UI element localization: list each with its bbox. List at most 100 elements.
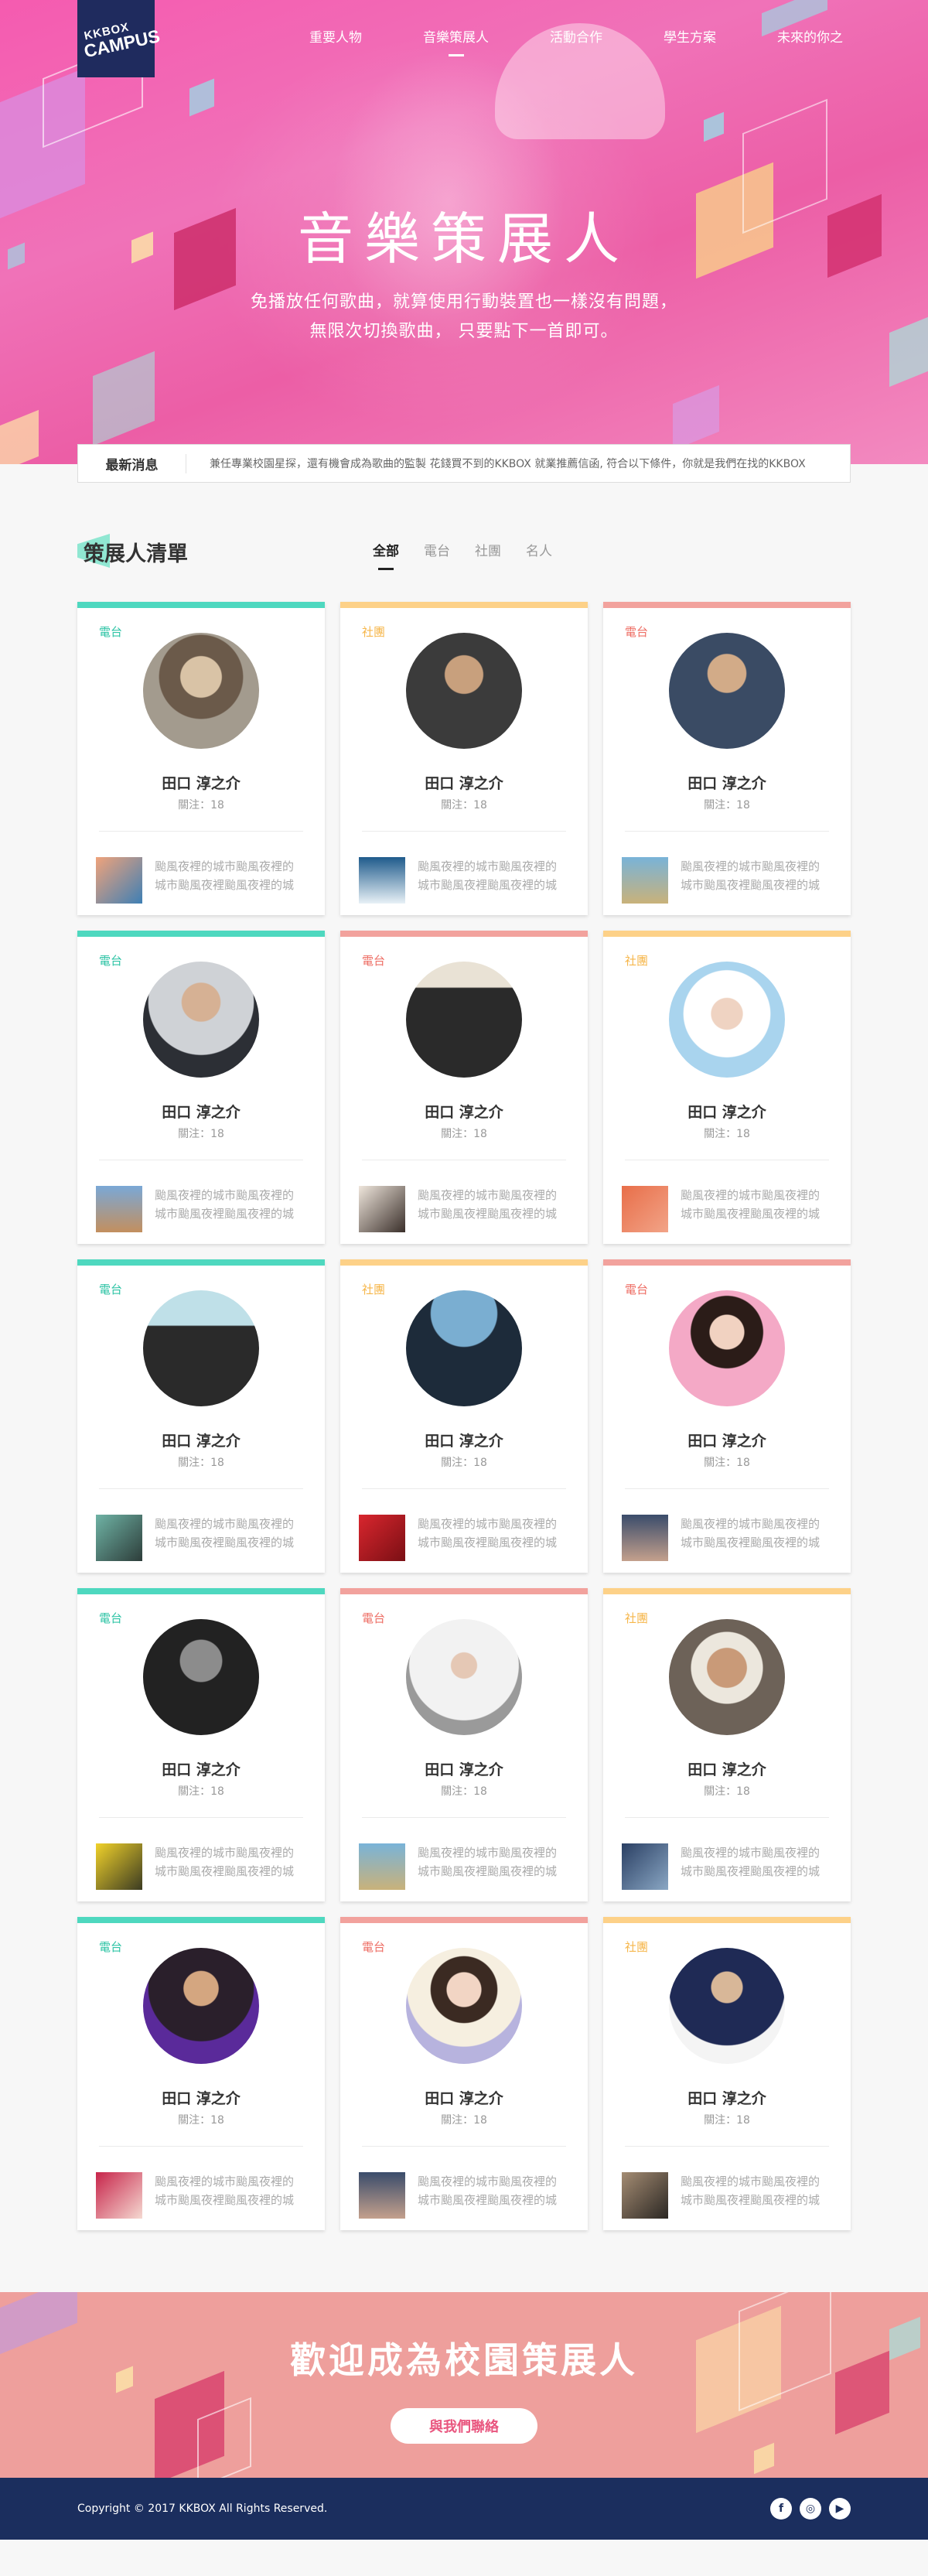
playlist-description[interactable]: 颱風夜裡的城市颱風夜裡的城市颱風夜裡颱風夜裡的城 (418, 857, 566, 894)
card-divider (625, 1817, 829, 1818)
curator-name[interactable]: 田口 淳之介 (340, 1430, 588, 1450)
playlist-description[interactable]: 颱風夜裡的城市颱風夜裡的城市颱風夜裡颱風夜裡的城 (681, 1515, 829, 1552)
playlist-thumbnail[interactable] (359, 1515, 405, 1561)
playlist-thumbnail[interactable] (96, 2172, 142, 2219)
playlist-thumbnail[interactable] (359, 1186, 405, 1232)
playlist-description[interactable]: 颱風夜裡的城市颱風夜裡的城市颱風夜裡颱風夜裡的城 (155, 2172, 303, 2209)
curator-card[interactable]: 社團 田口 淳之介 關注：18 颱風夜裡的城市颱風夜裡的城市颱風夜裡颱風夜裡的城 (603, 931, 851, 1244)
curator-name[interactable]: 田口 淳之介 (340, 2087, 588, 2108)
curator-avatar[interactable] (406, 1290, 522, 1406)
curator-avatar[interactable] (669, 962, 785, 1078)
curator-name[interactable]: 田口 淳之介 (77, 2087, 325, 2108)
nav-item-event-collaboration[interactable]: 活動合作 (550, 26, 602, 56)
playlist-thumbnail[interactable] (96, 1843, 142, 1890)
kkbox-campus-logo[interactable]: KKBOX CAMPUS (77, 0, 162, 77)
nav-item-music-curator[interactable]: 音樂策展人 (423, 26, 489, 56)
news-message[interactable]: 兼任專業校園星探，還有機會成為歌曲的監製 花錢買不到的KKBOX 就業推薦信函,… (186, 456, 806, 471)
curator-name[interactable]: 田口 淳之介 (340, 1101, 588, 1122)
playlist-thumbnail[interactable] (359, 2172, 405, 2219)
playlist-description[interactable]: 颱風夜裡的城市颱風夜裡的城市颱風夜裡颱風夜裡的城 (418, 1515, 566, 1552)
curator-card[interactable]: 電台 田口 淳之介 關注：18 颱風夜裡的城市颱風夜裡的城市颱風夜裡颱風夜裡的城 (340, 931, 588, 1244)
curator-name[interactable]: 田口 淳之介 (603, 772, 851, 793)
playlist-description[interactable]: 颱風夜裡的城市颱風夜裡的城市颱風夜裡颱風夜裡的城 (155, 1186, 303, 1223)
curator-name[interactable]: 田口 淳之介 (340, 1758, 588, 1779)
curator-card[interactable]: 電台 田口 淳之介 關注：18 颱風夜裡的城市颱風夜裡的城市颱風夜裡颱風夜裡的城 (603, 1259, 851, 1573)
hero-deco-shape (0, 409, 39, 464)
hero-title: 音樂策展人 (297, 207, 630, 272)
curator-avatar[interactable] (669, 1619, 785, 1735)
playlist-thumbnail[interactable] (359, 857, 405, 904)
playlist-description[interactable]: 颱風夜裡的城市颱風夜裡的城市颱風夜裡颱風夜裡的城 (418, 1843, 566, 1881)
curator-card[interactable]: 社團 田口 淳之介 關注：18 颱風夜裡的城市颱風夜裡的城市颱風夜裡颱風夜裡的城 (603, 1588, 851, 1901)
playlist-description[interactable]: 颱風夜裡的城市颱風夜裡的城市颱風夜裡颱風夜裡的城 (681, 1186, 829, 1223)
playlist-description[interactable]: 颱風夜裡的城市颱風夜裡的城市颱風夜裡颱風夜裡的城 (681, 2172, 829, 2209)
avatar-image (669, 1290, 785, 1406)
curator-name[interactable]: 田口 淳之介 (77, 1430, 325, 1450)
nav-item-future-you[interactable]: 未來的你之 (777, 26, 843, 56)
playlist-thumbnail[interactable] (96, 1186, 142, 1232)
playlist-thumbnail[interactable] (96, 857, 142, 904)
curator-avatar[interactable] (143, 962, 259, 1078)
avatar-image (406, 1290, 522, 1406)
curator-card[interactable]: 電台 田口 淳之介 關注：18 颱風夜裡的城市颱風夜裡的城市颱風夜裡颱風夜裡的城 (77, 602, 325, 915)
curator-avatar[interactable] (143, 1948, 259, 2064)
curator-name[interactable]: 田口 淳之介 (340, 772, 588, 793)
curator-grid: 電台 田口 淳之介 關注：18 颱風夜裡的城市颱風夜裡的城市颱風夜裡颱風夜裡的城… (77, 602, 851, 2230)
avatar-image (406, 1948, 522, 2064)
curator-name[interactable]: 田口 淳之介 (603, 1430, 851, 1450)
playlist-description[interactable]: 颱風夜裡的城市颱風夜裡的城市颱風夜裡颱風夜裡的城 (155, 1843, 303, 1881)
curator-card[interactable]: 社團 田口 淳之介 關注：18 颱風夜裡的城市颱風夜裡的城市颱風夜裡颱風夜裡的城 (340, 602, 588, 915)
follow-count: 關注：18 (704, 1785, 750, 1798)
curator-card[interactable]: 社團 田口 淳之介 關注：18 颱風夜裡的城市颱風夜裡的城市颱風夜裡颱風夜裡的城 (340, 1259, 588, 1573)
curator-card[interactable]: 電台 田口 淳之介 關注：18 颱風夜裡的城市颱風夜裡的城市颱風夜裡颱風夜裡的城 (77, 1259, 325, 1573)
nav-item-student-plan[interactable]: 學生方案 (664, 26, 716, 56)
curator-avatar[interactable] (669, 633, 785, 749)
curator-avatar[interactable] (406, 1948, 522, 2064)
playlist-thumbnail[interactable] (359, 1843, 405, 1890)
curator-avatar[interactable] (669, 1290, 785, 1406)
playlist-description[interactable]: 颱風夜裡的城市颱風夜裡的城市颱風夜裡颱風夜裡的城 (418, 1186, 566, 1223)
curator-name[interactable]: 田口 淳之介 (77, 1758, 325, 1779)
curator-avatar[interactable] (406, 1619, 522, 1735)
curator-avatar[interactable] (406, 962, 522, 1078)
curator-name[interactable]: 田口 淳之介 (603, 1101, 851, 1122)
playlist-description[interactable]: 颱風夜裡的城市颱風夜裡的城市颱風夜裡颱風夜裡的城 (681, 857, 829, 894)
playlist-thumbnail[interactable] (622, 857, 668, 904)
curator-card[interactable]: 社團 田口 淳之介 關注：18 颱風夜裡的城市颱風夜裡的城市颱風夜裡颱風夜裡的城 (603, 1917, 851, 2230)
playlist-thumbnail[interactable] (96, 1515, 142, 1561)
curator-avatar[interactable] (669, 1948, 785, 2064)
curator-name[interactable]: 田口 淳之介 (603, 1758, 851, 1779)
curator-card[interactable]: 電台 田口 淳之介 關注：18 颱風夜裡的城市颱風夜裡的城市颱風夜裡颱風夜裡的城 (340, 1917, 588, 2230)
playlist-thumbnail[interactable] (622, 1843, 668, 1890)
filter-tab-club[interactable]: 社團 (475, 540, 501, 570)
filter-tab-all[interactable]: 全部 (373, 540, 399, 570)
curator-card[interactable]: 電台 田口 淳之介 關注：18 颱風夜裡的城市颱風夜裡的城市颱風夜裡颱風夜裡的城 (340, 1588, 588, 1901)
instagram-icon[interactable]: ◎ (800, 2498, 821, 2520)
filter-tab-celebrity[interactable]: 名人 (526, 540, 552, 570)
facebook-icon[interactable]: f (770, 2498, 792, 2520)
playlist-thumbnail[interactable] (622, 2172, 668, 2219)
nav-item-important-people[interactable]: 重要人物 (309, 26, 362, 56)
curator-avatar[interactable] (143, 633, 259, 749)
curator-avatar[interactable] (143, 1290, 259, 1406)
curator-card[interactable]: 電台 田口 淳之介 關注：18 颱風夜裡的城市颱風夜裡的城市颱風夜裡颱風夜裡的城 (77, 1917, 325, 2230)
contact-us-button[interactable]: 與我們聯絡 (391, 2408, 537, 2444)
playlist-description[interactable]: 颱風夜裡的城市颱風夜裡的城市颱風夜裡颱風夜裡的城 (681, 1843, 829, 1881)
playlist-thumbnail[interactable] (622, 1186, 668, 1232)
playlist-thumbnail[interactable] (622, 1515, 668, 1561)
curator-name[interactable]: 田口 淳之介 (77, 772, 325, 793)
curator-card[interactable]: 電台 田口 淳之介 關注：18 颱風夜裡的城市颱風夜裡的城市颱風夜裡颱風夜裡的城 (77, 931, 325, 1244)
curator-avatar[interactable] (406, 633, 522, 749)
copyright-text: Copyright © 2017 KKBOX All Rights Reserv… (77, 2503, 328, 2515)
curator-name[interactable]: 田口 淳之介 (77, 1101, 325, 1122)
follow-count: 關注：18 (441, 1785, 487, 1798)
curator-card[interactable]: 電台 田口 淳之介 關注：18 颱風夜裡的城市颱風夜裡的城市颱風夜裡颱風夜裡的城 (603, 602, 851, 915)
curator-card[interactable]: 電台 田口 淳之介 關注：18 颱風夜裡的城市颱風夜裡的城市颱風夜裡颱風夜裡的城 (77, 1588, 325, 1901)
curator-name[interactable]: 田口 淳之介 (603, 2087, 851, 2108)
playlist-description[interactable]: 颱風夜裡的城市颱風夜裡的城市颱風夜裡颱風夜裡的城 (418, 2172, 566, 2209)
playlist-description[interactable]: 颱風夜裡的城市颱風夜裡的城市颱風夜裡颱風夜裡的城 (155, 1515, 303, 1552)
playlist-description[interactable]: 颱風夜裡的城市颱風夜裡的城市颱風夜裡颱風夜裡的城 (155, 857, 303, 894)
curator-avatar[interactable] (143, 1619, 259, 1735)
youtube-icon[interactable]: ▶ (829, 2498, 851, 2520)
filter-tab-radio[interactable]: 電台 (424, 540, 450, 570)
